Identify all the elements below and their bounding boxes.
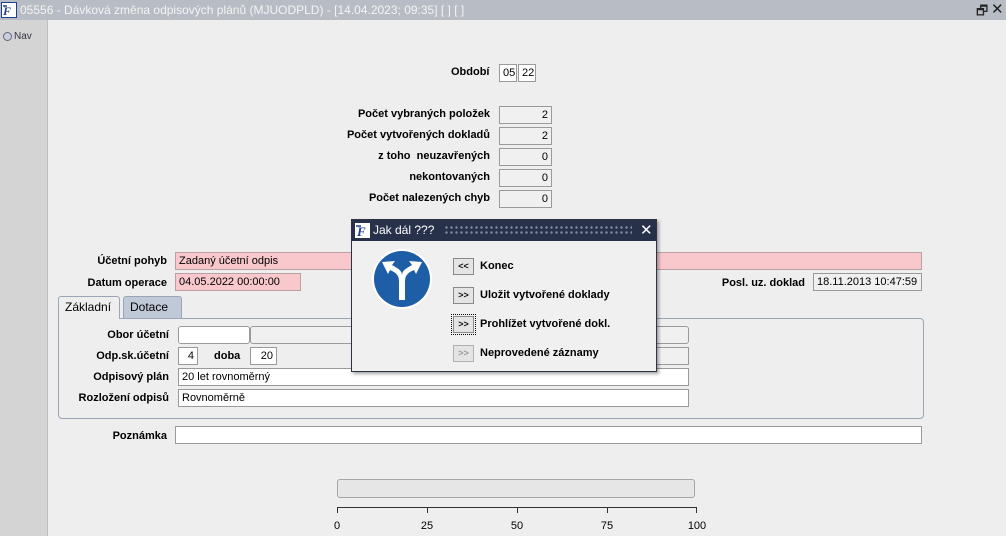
progress-tick-label: 100 [687, 520, 707, 532]
odp-sk-field[interactable]: 4 [178, 347, 198, 365]
count-unclosed-label: z toho neuzavřených [378, 150, 490, 162]
app-logo-icon: F [355, 223, 370, 239]
dialog-title-pattern [444, 225, 632, 236]
nav-button[interactable]: Nav [3, 31, 32, 42]
dialog-titlebar[interactable]: F Jak dál ??? ✕ [352, 220, 656, 241]
operation-date-field[interactable]: 04.05.2022 00:00:00 [175, 273, 301, 291]
konec-label[interactable]: Konec [480, 260, 514, 272]
period-year-field[interactable]: 22 [518, 64, 536, 82]
close-window-icon[interactable]: ✕ [991, 0, 1004, 18]
prohlizet-doklady-button[interactable]: >> [451, 314, 476, 335]
nav-radio-icon [3, 32, 12, 41]
rozlozeni-field[interactable]: Rovnoměrně [178, 389, 689, 407]
jak-dal-dialog: F Jak dál ??? ✕ << Konec >> Uložit vytvo… [351, 219, 657, 372]
nav-sidebar [0, 20, 48, 536]
count-unposted-field: 0 [499, 169, 552, 187]
odp-sk-label: Odp.sk.účetní [96, 350, 169, 362]
count-unposted-label: nekontovaných [409, 171, 490, 183]
obor-code-field[interactable] [178, 326, 250, 344]
progress-tick [427, 507, 428, 513]
count-unclosed-field: 0 [499, 148, 552, 166]
last-doc-label: Posl. uz. doklad [721, 277, 805, 289]
progress-tick-label: 75 [600, 520, 614, 532]
dialog-title: Jak dál ??? [373, 223, 435, 237]
count-created-label: Počet vytvořených dokladů [346, 129, 490, 141]
fork-road-sign-icon [371, 248, 433, 310]
rozlozeni-label: Rozložení odpisů [78, 392, 169, 404]
restore-window-icon[interactable]: 🗗 [976, 2, 988, 24]
count-selected-label: Počet vybraných položek [357, 108, 490, 120]
period-month-field[interactable]: 05 [499, 64, 517, 82]
operation-date-label: Datum operace [87, 277, 167, 289]
neprovedene-zaznamy-label[interactable]: Neprovedené záznamy [480, 347, 599, 359]
doba-field[interactable]: 20 [250, 347, 277, 365]
movement-label: Účetní pohyb [97, 255, 167, 267]
progress-tick [517, 507, 518, 513]
progress-bar [337, 479, 695, 498]
neprovedene-zaznamy-button[interactable]: >> [453, 345, 474, 362]
count-errors-label: Počet nalezených chyb [368, 192, 490, 204]
ulozit-doklady-button[interactable]: >> [453, 287, 474, 304]
progress-tick [337, 507, 338, 513]
progress-tick-label: 0 [333, 520, 341, 532]
progress-tick-label: 50 [510, 520, 524, 532]
progress-tick-label: 25 [420, 520, 434, 532]
obor-label: Obor účetní [107, 329, 169, 341]
tab-zakladni[interactable]: Základní [58, 296, 120, 319]
tab-dotace[interactable]: Dotace [123, 296, 182, 318]
count-created-field: 2 [499, 127, 552, 145]
note-label: Poznámka [112, 430, 167, 442]
progress-tick [696, 507, 697, 513]
count-errors-field: 0 [499, 190, 552, 208]
window-titlebar: F 05556 - Dávková změna odpisových plánů… [0, 0, 1006, 20]
dialog-close-icon[interactable]: ✕ [640, 221, 653, 239]
prohlizet-doklady-label[interactable]: Prohlížet vytvořené dokl. [480, 318, 610, 330]
doba-label: doba [214, 350, 241, 362]
progress-tick [607, 507, 608, 513]
count-selected-field: 2 [499, 106, 552, 124]
window-title: 05556 - Dávková změna odpisových plánů (… [20, 3, 465, 17]
ulozit-doklady-label[interactable]: Uložit vytvořené doklady [480, 289, 610, 301]
konec-button[interactable]: << [453, 258, 474, 275]
note-field[interactable] [175, 426, 922, 444]
plan-label: Odpisový plán [93, 371, 169, 383]
app-logo-icon: F [1, 2, 17, 18]
period-label: Období [451, 66, 490, 78]
nav-label: Nav [14, 31, 32, 42]
last-doc-field: 18.11.2013 10:47:59 [813, 273, 922, 291]
